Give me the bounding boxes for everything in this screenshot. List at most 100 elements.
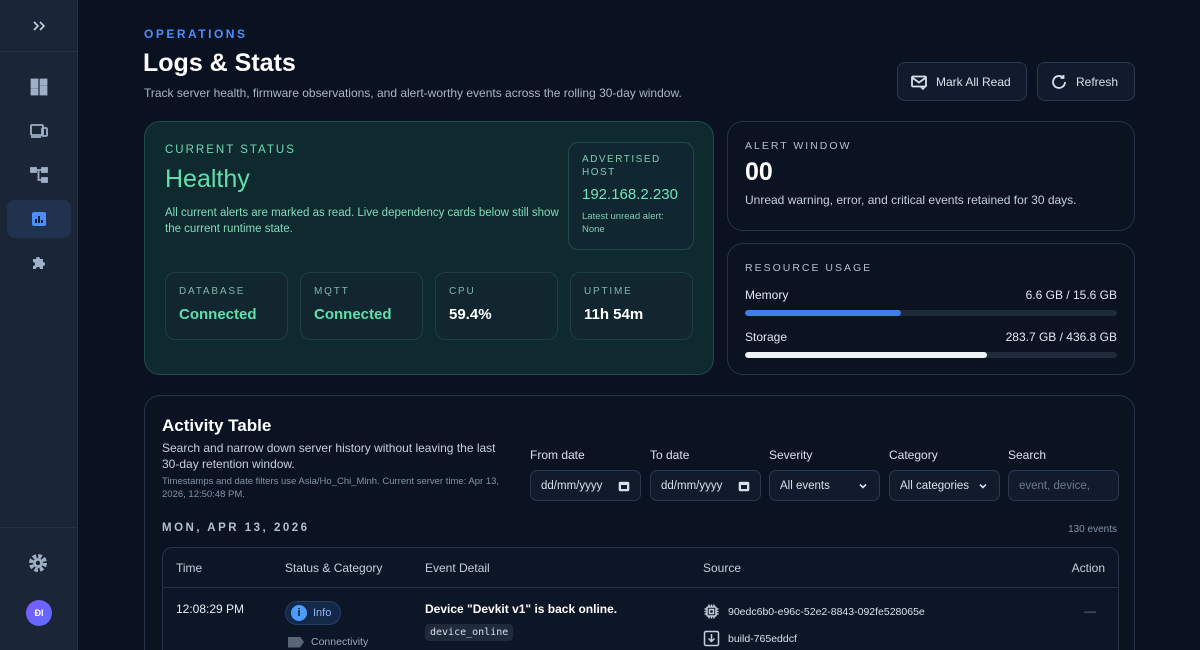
mail-check-icon [911, 75, 928, 90]
page-title: Logs & Stats [143, 49, 296, 77]
row-action[interactable]: — [1084, 604, 1096, 618]
memory-value: 6.6 GB / 15.6 GB [1025, 288, 1117, 302]
activity-table-description: Search and narrow down server history wi… [162, 441, 496, 471]
activity-table: Time Status & Category Event Detail Sour… [162, 547, 1119, 650]
metric-value: Connected [179, 306, 257, 323]
metric-label: MQTT [314, 286, 350, 297]
metric-value: 59.4% [449, 306, 492, 323]
alert-window-count: 00 [745, 158, 773, 186]
memory-label: Memory [745, 288, 789, 302]
refresh-icon [1052, 74, 1066, 89]
from-date-filter: From date dd/mm/yyyy [530, 448, 641, 501]
metric-database: DATABASE Connected [165, 272, 288, 340]
search-label: Search [1008, 448, 1047, 462]
timezone-note: Timestamps and date filters use Asia/Ho_… [162, 476, 500, 500]
topology-icon [30, 167, 48, 183]
current-status-card: CURRENT STATUS Healthy All current alert… [144, 121, 714, 375]
severity-badge-label: Info [313, 607, 332, 619]
metric-cpu: CPU 59.4% [435, 272, 558, 340]
metric-label: CPU [449, 286, 476, 297]
severity-badge: i Info [285, 601, 342, 625]
column-header-action[interactable]: Action [1072, 561, 1105, 575]
latest-unread-alert: Latest unread alert: None [582, 211, 664, 235]
refresh-button[interactable]: Refresh [1037, 62, 1135, 101]
sidebar-item-logs-stats[interactable] [7, 200, 71, 238]
storage-label: Storage [745, 330, 788, 344]
column-header-time[interactable]: Time [176, 561, 202, 575]
metric-value: Connected [314, 306, 392, 323]
source-device-id-text: 90edc6b0-e96c-52e2-8843-092fe528065e [728, 605, 925, 618]
current-status-value: Healthy [165, 165, 250, 193]
mark-all-read-label: Mark All Read [936, 74, 1011, 89]
alert-window-label: ALERT WINDOW [745, 140, 852, 152]
sidebar-toggle-button[interactable] [0, 0, 78, 52]
storage-bar-fill [745, 352, 987, 358]
row-time: 12:08:29 PM [176, 602, 245, 616]
alert-window-description: Unread warning, error, and critical even… [745, 193, 1077, 207]
page-subtitle: Track server health, firmware observatio… [144, 86, 682, 100]
from-date-label: From date [530, 448, 585, 462]
advertised-host-label: ADVERTISED HOST [582, 154, 661, 178]
date-group-heading: MON, APR 13, 2026 [162, 522, 310, 534]
calendar-icon[interactable] [618, 480, 630, 492]
avatar[interactable]: ĐI [26, 600, 52, 626]
category-label: Category [889, 448, 938, 462]
sidebar-item-plugins[interactable] [7, 244, 71, 282]
advertised-host-box: ADVERTISED HOST 192.168.2.230 Latest unr… [568, 142, 694, 250]
sidebar-item-topology[interactable] [7, 156, 71, 194]
memory-usage: Memory 6.6 GB / 15.6 GB [745, 288, 1117, 316]
search-placeholder: event, device, [1019, 479, 1090, 492]
to-date-value: dd/mm/yyyy [661, 479, 723, 492]
memory-bar-fill [745, 310, 902, 316]
severity-select[interactable]: All events [769, 470, 880, 501]
metric-uptime: UPTIME 11h 54m [570, 272, 693, 340]
sidebar-footer: ĐI [0, 527, 78, 650]
double-chevron-right-icon [33, 20, 46, 31]
event-count: 130 events [1068, 524, 1117, 535]
chevron-down-icon [979, 483, 987, 489]
table-header: Time Status & Category Event Detail Sour… [163, 548, 1118, 588]
to-date-label: To date [650, 448, 690, 462]
chip-icon [704, 604, 719, 619]
from-date-value: dd/mm/yyyy [541, 479, 603, 492]
search-input[interactable]: event, device, [1008, 470, 1119, 501]
calendar-icon[interactable] [738, 480, 750, 492]
info-icon: i [291, 605, 307, 621]
advertised-host-ip: 192.168.2.230 [582, 186, 678, 203]
source-build-text: build-765eddcf [728, 632, 797, 645]
severity-filter: Severity All events [769, 448, 880, 501]
gear-icon [29, 554, 47, 572]
source-build: build-765eddcf [703, 630, 797, 647]
severity-label: Severity [769, 448, 813, 462]
column-header-event-detail[interactable]: Event Detail [425, 561, 490, 575]
mark-all-read-button[interactable]: Mark All Read [897, 62, 1027, 101]
metric-value: 11h 54m [584, 306, 644, 323]
source-device-id: 90edc6b0-e96c-52e2-8843-092fe528065e [703, 603, 925, 620]
column-header-source[interactable]: Source [703, 561, 741, 575]
category-value: All categories [900, 479, 970, 492]
storage-bar [745, 352, 1117, 358]
sidebar-item-dashboard[interactable] [7, 68, 71, 106]
sidebar-item-devices[interactable] [7, 112, 71, 150]
category-tag: Connectivity [288, 636, 368, 648]
column-header-status-category[interactable]: Status & Category [285, 561, 382, 575]
event-detail-text: Device "Devkit v1" is back online. [425, 602, 618, 616]
resource-usage-card: RESOURCE USAGE Memory 6.6 GB / 15.6 GB S… [727, 243, 1135, 375]
metric-label: DATABASE [179, 286, 246, 297]
current-status-description: All current alerts are marked as read. L… [165, 207, 559, 235]
from-date-input[interactable]: dd/mm/yyyy [530, 470, 641, 501]
severity-value: All events [780, 479, 830, 492]
category-filter: Category All categories [889, 448, 1000, 501]
to-date-input[interactable]: dd/mm/yyyy [650, 470, 761, 501]
storage-usage: Storage 283.7 GB / 436.8 GB [745, 330, 1117, 358]
current-status-label: CURRENT STATUS [165, 144, 296, 156]
activity-table-card: Activity Table Search and narrow down se… [144, 395, 1135, 650]
activity-table-title: Activity Table [162, 416, 272, 435]
dashboard-icon [30, 78, 48, 96]
settings-button[interactable] [27, 552, 49, 579]
alert-window-card: ALERT WINDOW 00 Unread warning, error, a… [727, 121, 1135, 231]
tag-icon [288, 636, 304, 648]
sidebar-nav [0, 68, 78, 288]
metric-label: UPTIME [584, 286, 633, 297]
category-select[interactable]: All categories [889, 470, 1000, 501]
